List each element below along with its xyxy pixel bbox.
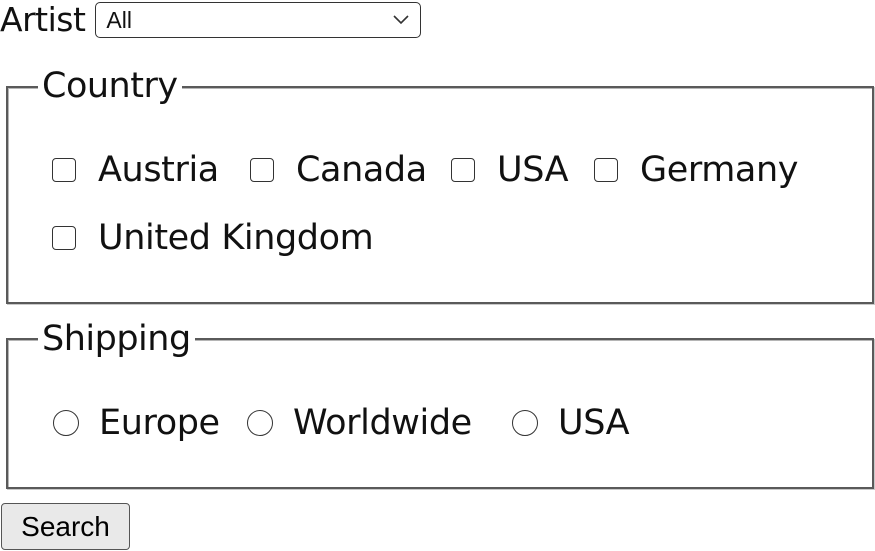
option-label: United Kingdom [98,218,374,258]
search-button[interactable]: Search [1,503,130,550]
country-option-usa[interactable]: USA [451,150,569,190]
checkbox-unchecked-icon[interactable] [451,158,475,182]
shipping-option-europe[interactable]: Europe [53,403,220,443]
checkbox-unchecked-icon[interactable] [250,158,274,182]
country-legend: Country [38,66,182,106]
artist-select-value: All [106,6,132,33]
radio-unselected-icon[interactable] [53,410,79,436]
artist-filter: Artist All [0,0,422,40]
country-option-germany[interactable]: Germany [594,150,798,190]
option-label: Worldwide [293,403,472,443]
shipping-option-usa[interactable]: USA [512,403,630,443]
shipping-legend: Shipping [38,319,195,359]
country-option-united-kingdom[interactable]: United Kingdom [52,218,374,258]
radio-unselected-icon[interactable] [247,410,273,436]
artist-label: Artist [0,0,86,39]
radio-unselected-icon[interactable] [512,410,538,436]
country-option-austria[interactable]: Austria [52,150,219,190]
country-fieldset [6,86,874,304]
chevron-down-icon [393,15,409,25]
option-label: USA [558,403,630,443]
option-label: Austria [98,150,219,190]
checkbox-unchecked-icon[interactable] [52,158,76,182]
checkbox-unchecked-icon[interactable] [594,158,618,182]
option-label: Canada [296,150,427,190]
option-label: Germany [640,150,799,190]
checkbox-unchecked-icon[interactable] [52,226,76,250]
option-label: Europe [99,403,220,443]
option-label: USA [497,150,569,190]
country-option-canada[interactable]: Canada [250,150,427,190]
shipping-option-worldwide[interactable]: Worldwide [247,403,472,443]
artist-select[interactable]: All [95,2,422,38]
